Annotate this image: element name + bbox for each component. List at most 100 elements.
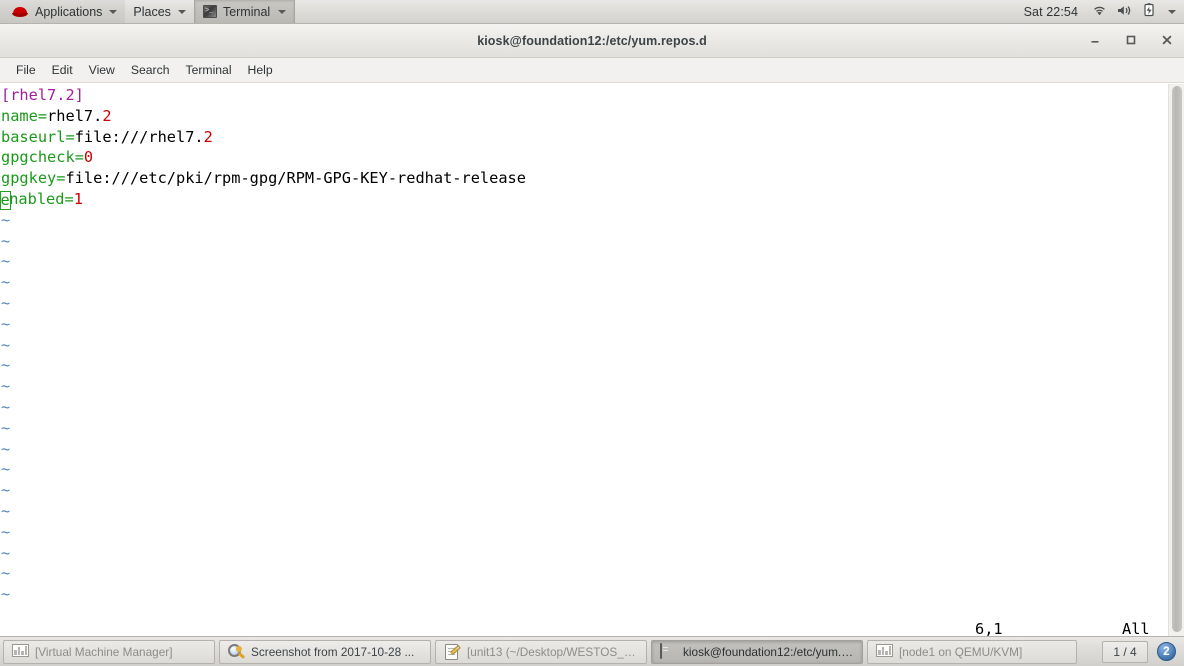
menu-help[interactable]: Help bbox=[240, 60, 281, 80]
chevron-down-icon bbox=[278, 9, 287, 14]
config-value: file:///etc/pki/rpm-gpg/RPM-GPG-KEY-redh… bbox=[65, 169, 526, 188]
terminal-empty-line-marker: ~ bbox=[1, 522, 1168, 543]
chevron-down-icon[interactable] bbox=[1168, 9, 1176, 14]
config-equals: = bbox=[37, 106, 48, 125]
tilde-icon: ~ bbox=[1, 564, 11, 583]
taskbar-item-label: [Virtual Machine Manager] bbox=[35, 644, 173, 659]
menu-view[interactable]: View bbox=[81, 60, 123, 80]
redhat-logo-icon bbox=[12, 4, 29, 19]
terminal-empty-line-marker: ~ bbox=[1, 543, 1168, 564]
terminal-empty-line-marker: ~ bbox=[1, 459, 1168, 480]
chevron-down-icon bbox=[177, 9, 186, 14]
config-key: baseurl bbox=[1, 127, 66, 146]
taskbar-item-screenshot[interactable]: Screenshot from 2017-10-28 ... bbox=[219, 639, 431, 664]
config-value: file:///rhel7. bbox=[74, 127, 204, 146]
system-tray: Sat 22:54 bbox=[1024, 3, 1184, 20]
config-number: 2 bbox=[102, 106, 112, 125]
taskbar-item-gedit-unit13[interactable]: [unit13 (~/Desktop/WESTOS_O... bbox=[435, 639, 647, 664]
config-equals: = bbox=[64, 189, 74, 208]
terminal-empty-line-marker: ~ bbox=[1, 314, 1168, 335]
clock[interactable]: Sat 22:54 bbox=[1024, 5, 1078, 19]
terminal-line: name=rhel7.2 bbox=[1, 106, 1168, 127]
tilde-icon: ~ bbox=[1, 356, 11, 375]
top-panel: Applications Places >_ Terminal Sat 22:5… bbox=[0, 0, 1184, 24]
tilde-icon: ~ bbox=[1, 314, 11, 333]
places-menu[interactable]: Places bbox=[125, 0, 194, 23]
maximize-button[interactable] bbox=[1124, 33, 1140, 49]
taskbar-item-node1-qemu-kvm[interactable]: [node1 on QEMU/KVM] bbox=[867, 639, 1077, 664]
tilde-icon: ~ bbox=[1, 585, 11, 604]
config-equals: = bbox=[65, 127, 75, 146]
terminal-empty-line-marker: ~ bbox=[1, 335, 1168, 356]
config-key: gpgkey bbox=[1, 169, 57, 188]
gedit-icon bbox=[444, 643, 461, 660]
config-section-header: [rhel7.2] bbox=[1, 86, 84, 104]
vim-cursor-position: 6,1 bbox=[975, 620, 1003, 636]
wifi-icon[interactable] bbox=[1092, 4, 1107, 20]
config-number: 2 bbox=[203, 127, 213, 146]
menu-terminal[interactable]: Terminal bbox=[177, 60, 239, 80]
close-button[interactable] bbox=[1160, 33, 1176, 49]
terminal-empty-line-marker: ~ bbox=[1, 439, 1168, 460]
terminal-empty-line-marker: ~ bbox=[1, 480, 1168, 501]
terminal-empty-line-marker: ~ bbox=[1, 418, 1168, 439]
window-titlebar: kiosk@foundation12:/etc/yum.repos.d bbox=[0, 24, 1184, 58]
vim-scroll-position: All bbox=[1122, 620, 1150, 636]
terminal-line: [rhel7.2] bbox=[1, 85, 1168, 106]
terminal-line: gpgkey=file:///etc/pki/rpm-gpg/RPM-GPG-K… bbox=[1, 168, 1168, 189]
terminal-empty-line-marker: ~ bbox=[1, 355, 1168, 376]
taskbar-item-label: [node1 on QEMU/KVM] bbox=[899, 644, 1023, 659]
panel-active-window-terminal[interactable]: >_ Terminal bbox=[193, 0, 296, 23]
terminal-empty-line-marker: ~ bbox=[1, 231, 1168, 252]
taskbar-item-virtual-machine-manager[interactable]: [Virtual Machine Manager] bbox=[3, 639, 215, 664]
screenshot-icon bbox=[228, 643, 246, 660]
terminal-empty-line-marker: ~ bbox=[1, 272, 1168, 293]
menu-search[interactable]: Search bbox=[123, 60, 178, 80]
menu-edit[interactable]: Edit bbox=[44, 60, 81, 80]
tilde-icon: ~ bbox=[1, 439, 11, 458]
tilde-icon: ~ bbox=[1, 293, 11, 312]
notification-badge[interactable]: 2 bbox=[1157, 642, 1176, 661]
taskbar-item-label: Screenshot from 2017-10-28 ... bbox=[251, 644, 415, 659]
config-key: name bbox=[1, 106, 38, 125]
tilde-icon: ~ bbox=[1, 273, 11, 292]
applications-menu-label: Applications bbox=[35, 4, 103, 19]
terminal-empty-line-marker: ~ bbox=[1, 584, 1168, 605]
config-number: 1 bbox=[73, 189, 83, 208]
terminal-empty-line-marker: ~ bbox=[1, 563, 1168, 584]
workspace-switcher[interactable]: 1 / 4 bbox=[1102, 640, 1148, 663]
minimize-button[interactable] bbox=[1088, 33, 1104, 49]
config-key: gpgcheck bbox=[1, 148, 75, 167]
terminal-content[interactable]: [rhel7.2] name=rhel7.2 baseurl=file:///rhe… bbox=[0, 84, 1168, 636]
terminal-line: enabled=1 bbox=[0, 189, 1168, 210]
window-list-taskbar: [Virtual Machine Manager] Screenshot fro… bbox=[0, 636, 1184, 666]
terminal-empty-line-marker: ~ bbox=[1, 397, 1168, 418]
terminal-empty-line-marker: ~ bbox=[1, 210, 1168, 231]
tilde-icon: ~ bbox=[1, 501, 11, 520]
virtual-machine-manager-icon bbox=[12, 643, 29, 660]
terminal-scrollbar[interactable] bbox=[1168, 84, 1184, 636]
panel-active-window-label: Terminal bbox=[222, 4, 271, 19]
tilde-icon: ~ bbox=[1, 418, 11, 437]
menu-file[interactable]: File bbox=[8, 60, 44, 80]
tilde-icon: ~ bbox=[1, 543, 11, 562]
tilde-icon: ~ bbox=[1, 210, 11, 229]
tilde-icon: ~ bbox=[1, 377, 11, 396]
terminal-empty-line-marker: ~ bbox=[1, 376, 1168, 397]
taskbar-item-terminal[interactable]: kiosk@foundation12:/etc/yum.r... bbox=[651, 639, 863, 664]
terminal-area[interactable]: [rhel7.2] name=rhel7.2 baseurl=file:///rhe… bbox=[0, 84, 1184, 636]
terminal-empty-line-marker: ~ bbox=[1, 251, 1168, 272]
volume-icon[interactable] bbox=[1117, 4, 1133, 20]
tilde-icon: ~ bbox=[1, 397, 11, 416]
tilde-icon: ~ bbox=[1, 481, 11, 500]
virtual-machine-manager-icon bbox=[876, 643, 893, 660]
tilde-icon: ~ bbox=[1, 522, 11, 541]
chevron-down-icon bbox=[109, 9, 118, 14]
terminal-menubar: File Edit View Search Terminal Help bbox=[0, 58, 1184, 83]
terminal-empty-line-marker: ~ bbox=[1, 501, 1168, 522]
terminal-scrollbar-thumb[interactable] bbox=[1172, 86, 1182, 632]
config-number: 0 bbox=[83, 148, 94, 167]
battery-icon[interactable] bbox=[1143, 3, 1156, 20]
places-menu-label: Places bbox=[133, 4, 171, 19]
applications-menu[interactable]: Applications bbox=[0, 0, 126, 23]
